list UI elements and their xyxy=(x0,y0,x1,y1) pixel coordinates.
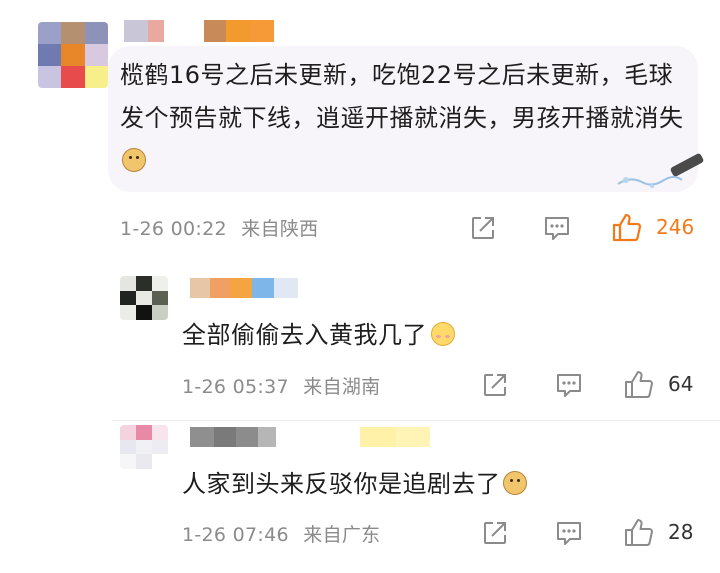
like-count: 28 xyxy=(668,520,694,544)
share-icon[interactable] xyxy=(470,215,496,241)
like-count: 64 xyxy=(668,372,694,396)
reply-username[interactable] xyxy=(190,427,430,447)
blush-emoji xyxy=(431,322,455,346)
reply-text-content: 全部偷偷去入黄我几了 xyxy=(182,321,427,349)
doge-emoji xyxy=(122,148,146,172)
share-icon[interactable] xyxy=(482,520,508,546)
reply-text-content: 人家到头来反驳你是追剧去了 xyxy=(182,470,501,498)
reply-username[interactable] xyxy=(190,278,298,298)
comment-text: 榄鹤16号之后未更新，吃饱22号之后未更新，毛球发个预告就下线，逍遥开播就消失，… xyxy=(120,54,690,183)
thumbs-up-icon[interactable] xyxy=(624,517,656,547)
comment-meta: 1-26 00:22 来自陕西 xyxy=(120,214,318,241)
reply-meta: 1-26 05:37 来自湖南 xyxy=(182,372,380,399)
avatar[interactable] xyxy=(38,22,108,88)
comment-date: 1-26 00:22 xyxy=(120,218,227,240)
doge-emoji xyxy=(502,471,527,495)
thumbs-up-icon[interactable] xyxy=(612,212,644,242)
reply-avatar[interactable] xyxy=(120,425,168,469)
comment-icon[interactable] xyxy=(555,372,583,398)
reply-meta: 1-26 07:46 来自广东 xyxy=(182,520,380,547)
username[interactable] xyxy=(124,20,274,42)
comment-text-content: 榄鹤16号之后未更新，吃饱22号之后未更新，毛球发个预告就下线，逍遥开播就消失，… xyxy=(120,61,684,132)
reply-location: 来自湖南 xyxy=(303,376,381,398)
comment-icon[interactable] xyxy=(543,215,571,241)
like-count: 246 xyxy=(656,215,695,239)
comment-location: 来自陕西 xyxy=(241,218,319,240)
reply-date: 1-26 05:37 xyxy=(182,376,289,398)
divider xyxy=(112,420,720,421)
reply-avatar[interactable] xyxy=(120,276,168,320)
reply-location: 来自广东 xyxy=(303,524,381,546)
reply-text: 全部偷偷去入黄我几了 xyxy=(182,315,455,350)
comment-icon[interactable] xyxy=(555,520,583,546)
reply-date: 1-26 07:46 xyxy=(182,524,289,546)
reply-text: 人家到头来反驳你是追剧去了 xyxy=(182,464,527,499)
thumbs-up-icon[interactable] xyxy=(624,369,656,399)
share-icon[interactable] xyxy=(482,372,508,398)
